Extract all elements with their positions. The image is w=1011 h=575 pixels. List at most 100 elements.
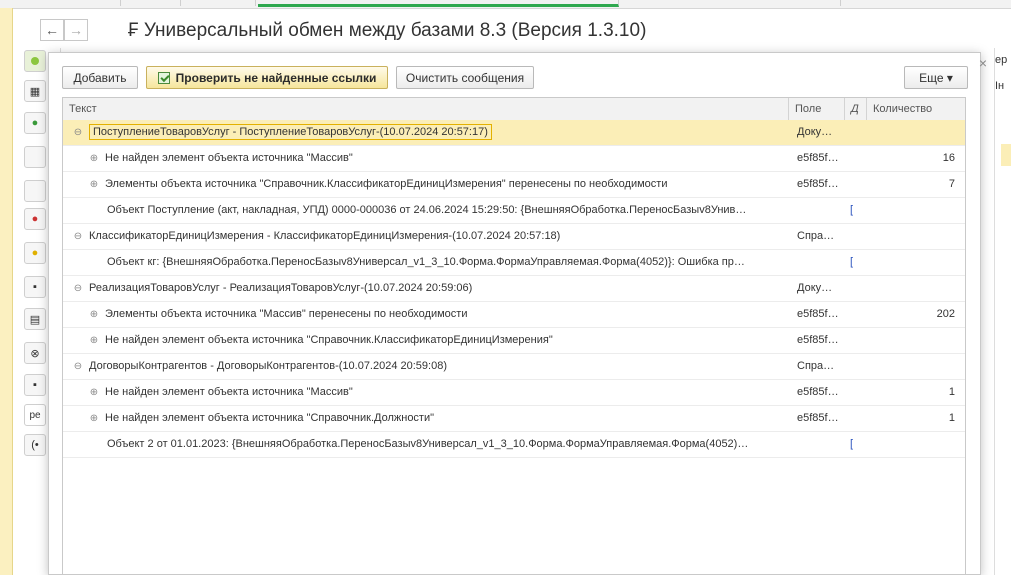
cell-quantity: 1 — [948, 386, 955, 398]
expand-icon[interactable]: ⊕ — [89, 406, 99, 431]
cell-link — [848, 302, 862, 327]
tab[interactable] — [120, 0, 181, 6]
collapse-icon[interactable]: ⊖ — [73, 120, 83, 145]
cell-field: Спра… — [797, 360, 835, 372]
expand-icon[interactable]: ⊕ — [89, 146, 99, 171]
cell-field: Доку… — [797, 282, 833, 294]
background-button — [24, 180, 46, 202]
table-row[interactable]: ⊖ КлассификаторЕдиницИзмерения - Классифи… — [63, 224, 965, 250]
column-header-text[interactable]: Текст — [63, 98, 789, 120]
cell-field — [791, 198, 843, 223]
more-button-label: Еще ▾ — [919, 70, 953, 85]
cell-text: ⊖ ПоступлениеТоваровУслуг - ПоступлениеТо… — [63, 120, 789, 145]
cell-text: Объект кг: {ВнешняяОбработка.ПереносБазы… — [63, 250, 789, 275]
table-row[interactable]: ⊕ Не найден элемент объекта источника "Сп… — [63, 406, 965, 432]
cell-field: e5f85f… — [797, 308, 839, 320]
clear-messages-label: Очистить сообщения — [405, 70, 525, 85]
cell-text: ⊕ Не найден элемент объекта источника "Сп… — [63, 406, 789, 431]
sections-panel — [0, 8, 13, 575]
cell-quantity: 16 — [942, 152, 955, 164]
column-header-d[interactable]: Д — [845, 98, 867, 120]
cell-text: ⊖ ДоговорыКонтрагентов - ДоговорыКонтраге… — [63, 354, 789, 379]
background-table-icon: ▦ — [24, 80, 46, 102]
background-status-icon — [24, 50, 46, 72]
row-text: Объект Поступление (акт, накладная, УПД)… — [107, 204, 747, 216]
row-text: ДоговорыКонтрагентов - ДоговорыКонтраген… — [89, 360, 447, 372]
row-text: РеализацияТоваровУслуг - РеализацияТовар… — [89, 282, 473, 294]
cell-quantity — [866, 224, 961, 249]
row-text: Объект кг: {ВнешняяОбработка.ПереносБазы… — [107, 256, 745, 268]
check-document-icon — [157, 71, 170, 84]
cell-quantity — [866, 354, 961, 379]
background-button: ▤ — [24, 308, 46, 330]
cell-quantity — [866, 432, 961, 457]
cell-text: ⊕ Элементы объекта источника "Справочник.… — [63, 172, 789, 197]
background-fragment: Ін — [995, 80, 1005, 92]
cell-field: Спра… — [797, 230, 835, 242]
expand-icon[interactable]: ⊕ — [89, 302, 99, 327]
arrow-left-icon: ← — [45, 22, 59, 38]
check-links-label: Проверить не найденные ссылки — [175, 70, 377, 85]
cell-field: e5f85f… — [797, 152, 839, 164]
row-text: Элементы объекта источника "Массив" пере… — [105, 308, 468, 320]
cell-link[interactable]: [ — [848, 198, 862, 223]
row-text: Объект 2 от 01.01.2023: {ВнешняяОбработк… — [107, 438, 749, 450]
table-row[interactable]: ⊕ Не найден элемент объекта источника "Сп… — [63, 328, 965, 354]
column-header-field[interactable]: Поле — [789, 98, 845, 120]
close-icon[interactable]: × — [976, 56, 990, 70]
arrow-right-icon: → — [69, 22, 83, 38]
cell-link[interactable]: [ — [848, 250, 862, 275]
tab[interactable] — [620, 0, 841, 6]
add-button[interactable]: Добавить — [62, 66, 138, 89]
column-header-quantity[interactable]: Количество — [867, 98, 965, 120]
table-row[interactable]: Объект Поступление (акт, накладная, УПД)… — [63, 198, 965, 224]
cell-quantity — [866, 198, 961, 223]
expand-icon[interactable]: ⊕ — [89, 172, 99, 197]
background-button: (• — [24, 434, 46, 456]
cell-quantity — [866, 120, 961, 145]
cell-text: ⊖ РеализацияТоваровУслуг - РеализацияТова… — [63, 276, 789, 301]
background-button: ▪ — [24, 374, 46, 396]
cell-link — [848, 276, 862, 301]
table-row[interactable]: ⊖ РеализацияТоваровУслуг - РеализацияТова… — [63, 276, 965, 302]
more-button[interactable]: Еще ▾ — [904, 66, 968, 89]
cell-field — [791, 250, 843, 275]
table-row[interactable]: Объект кг: {ВнешняяОбработка.ПереносБазы… — [63, 250, 965, 276]
table-row[interactable]: ⊕ Элементы объекта источника "Массив" пер… — [63, 302, 965, 328]
cell-link — [848, 406, 862, 431]
check-links-button[interactable]: Проверить не найденные ссылки — [146, 66, 388, 89]
table-row[interactable]: ⊖ ДоговорыКонтрагентов - ДоговорыКонтраге… — [63, 354, 965, 380]
cell-link — [848, 328, 862, 353]
tab-active[interactable] — [258, 0, 619, 7]
expand-icon[interactable]: ⊕ — [89, 380, 99, 405]
table-row[interactable]: Объект 2 от 01.01.2023: {ВнешняяОбработк… — [63, 432, 965, 458]
table-row[interactable]: ⊕ Не найден элемент объекта источника "Ма… — [63, 380, 965, 406]
page-title: ₣ Универсальный обмен между базами 8.3 (… — [128, 20, 647, 41]
collapse-icon[interactable]: ⊖ — [73, 224, 83, 249]
tab[interactable] — [60, 0, 121, 6]
add-button-label: Добавить — [73, 70, 127, 85]
table-row[interactable]: ⊕ Не найден элемент объекта источника "Ма… — [63, 146, 965, 172]
cell-field: e5f85f… — [797, 412, 839, 424]
cell-field: e5f85f… — [797, 334, 839, 346]
clear-messages-button[interactable]: Очистить сообщения — [396, 66, 534, 89]
background-button: ⊗ — [24, 342, 46, 364]
cell-text: Объект 2 от 01.01.2023: {ВнешняяОбработк… — [63, 432, 789, 457]
table-header: Текст Поле Д Количество — [63, 98, 965, 121]
cell-link — [848, 172, 862, 197]
cell-link[interactable]: [ — [848, 432, 862, 457]
cell-quantity — [866, 328, 961, 353]
back-button[interactable]: ← — [40, 19, 64, 41]
cell-quantity: 1 — [948, 412, 955, 424]
expand-icon[interactable]: ⊕ — [89, 328, 99, 353]
table-row[interactable]: ⊖ ПоступлениеТоваровУслуг - ПоступлениеТо… — [63, 120, 965, 146]
collapse-icon[interactable]: ⊖ — [73, 276, 83, 301]
cell-link — [848, 120, 862, 145]
collapse-icon[interactable]: ⊖ — [73, 354, 83, 379]
row-text: Элементы объекта источника "Справочник.К… — [105, 178, 668, 190]
tab[interactable] — [180, 0, 256, 6]
forward-button[interactable]: → — [64, 19, 88, 41]
table-row[interactable]: ⊕ Элементы объекта источника "Справочник.… — [63, 172, 965, 198]
messages-table[interactable]: Текст Поле Д Количество ⊖ ПоступлениеТова… — [62, 97, 966, 575]
cell-quantity: 7 — [948, 178, 955, 190]
